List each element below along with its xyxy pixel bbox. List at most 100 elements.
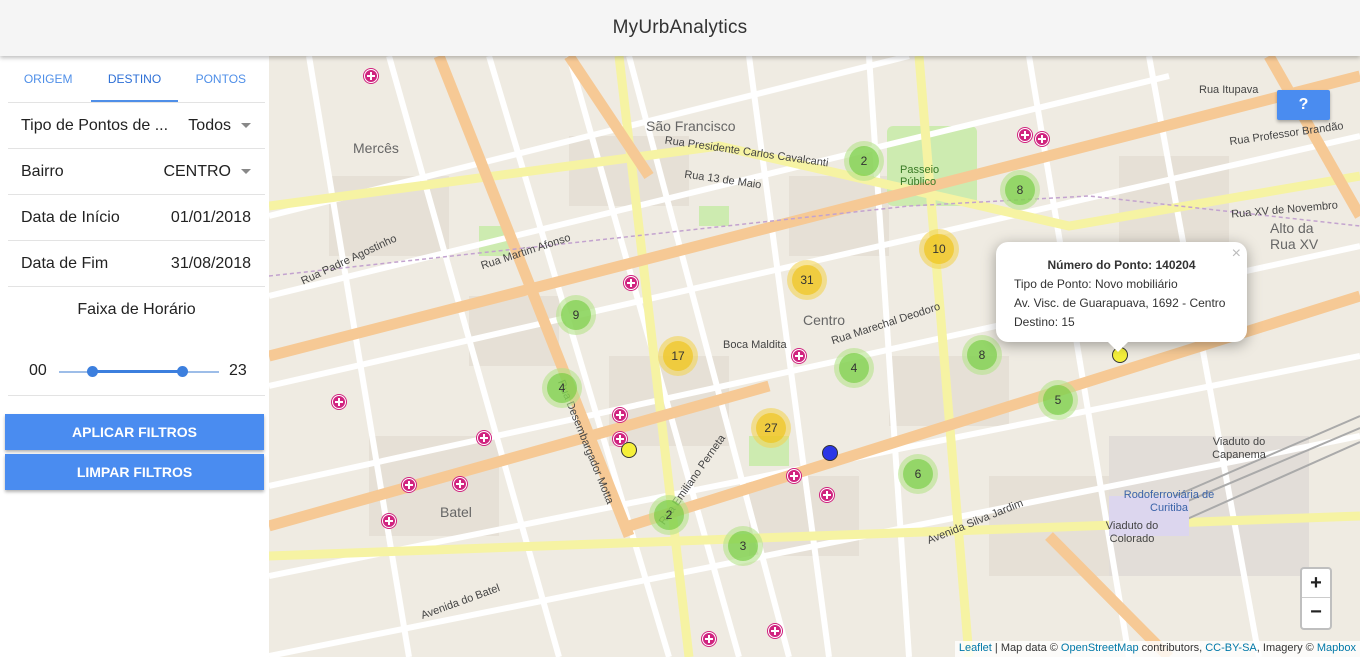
zoom-in-button[interactable]: + <box>1302 569 1330 598</box>
filter-bairro-label: Bairro <box>21 162 64 180</box>
cluster-count: 27 <box>756 413 786 443</box>
pharmacy-marker-icon[interactable] <box>820 488 834 502</box>
pharmacy-marker-icon[interactable] <box>477 431 491 445</box>
slider-min-label: 00 <box>29 362 47 379</box>
slider-thumb-high[interactable] <box>177 366 188 377</box>
popup-tipo: Tipo de Ponto: Novo mobiliário <box>1014 277 1178 291</box>
pharmacy-marker-icon[interactable] <box>613 408 627 422</box>
cluster-marker[interactable]: 27 <box>751 408 791 448</box>
cluster-marker[interactable]: 2 <box>844 141 884 181</box>
point-marker-yellow[interactable] <box>621 442 637 458</box>
filter-tipo-pontos[interactable]: Tipo de Pontos de ... Todos <box>8 102 265 148</box>
pharmacy-marker-icon[interactable] <box>382 514 396 528</box>
cluster-count: 10 <box>924 234 954 264</box>
cc-link[interactable]: CC-BY-SA <box>1205 642 1257 654</box>
apply-filters-button[interactable]: APLICAR FILTROS <box>5 414 264 450</box>
zoom-out-button[interactable]: − <box>1302 598 1330 627</box>
pharmacy-marker-icon[interactable] <box>624 276 638 290</box>
filter-tipo-label: Tipo de Pontos de ... <box>21 116 169 134</box>
pharmacy-marker-icon[interactable] <box>364 69 378 83</box>
caret-down-icon <box>241 123 251 128</box>
app-title: MyUrbAnalytics <box>612 17 748 38</box>
filter-bairro-value: CENTRO <box>163 162 231 180</box>
osm-link[interactable]: OpenStreetMap <box>1061 642 1139 654</box>
cluster-marker[interactable]: 3 <box>723 526 763 566</box>
popup-endereco: Av. Visc. de Guarapuava, 1692 - Centro <box>1014 296 1226 310</box>
point-marker-blue[interactable] <box>822 445 838 461</box>
app-header: MyUrbAnalytics <box>0 0 1360 56</box>
place-rodoferroviaria: Rodoferroviária de Curitiba <box>1123 489 1215 514</box>
mapbox-link[interactable]: Mapbox <box>1317 642 1356 654</box>
place-passeio-publico: Passeio Público <box>900 164 940 188</box>
slider-thumb-low[interactable] <box>87 366 98 377</box>
cluster-count: 8 <box>1005 175 1035 205</box>
district-alto-rua-xv: Alto da Rua XV <box>1270 220 1319 252</box>
cluster-marker[interactable]: 31 <box>787 260 827 300</box>
cluster-marker[interactable]: 8 <box>962 335 1002 375</box>
district-merces: Mercês <box>353 140 399 156</box>
cluster-marker[interactable]: 4 <box>834 348 874 388</box>
cluster-marker[interactable]: 5 <box>1038 380 1078 420</box>
point-popup: × Número do Ponto: 140204 Tipo de Ponto:… <box>996 242 1247 352</box>
map-tiles <box>269 56 1360 657</box>
map-attribution: Leaflet | Map data © OpenStreetMap contr… <box>954 641 1360 657</box>
zoom-control: + − <box>1300 567 1332 630</box>
tab-pontos[interactable]: PONTOS <box>178 56 264 102</box>
cluster-count: 8 <box>967 340 997 370</box>
filter-data-fim[interactable]: Data de Fim 31/08/2018 <box>8 240 265 286</box>
cluster-count: 4 <box>839 353 869 383</box>
pharmacy-marker-icon[interactable] <box>1035 132 1049 146</box>
caret-down-icon <box>241 169 251 174</box>
pharmacy-marker-icon[interactable] <box>792 349 806 363</box>
cluster-marker[interactable]: 17 <box>658 336 698 376</box>
popup-close-icon[interactable]: × <box>1232 244 1241 263</box>
pharmacy-marker-icon[interactable] <box>453 477 467 491</box>
popup-tip <box>1108 342 1128 352</box>
filter-bairro-select[interactable]: CENTRO <box>163 163 251 181</box>
cluster-marker[interactable]: 10 <box>919 229 959 269</box>
place-boca-maldita: Boca Maldita <box>723 339 787 351</box>
cluster-marker[interactable]: 8 <box>1000 170 1040 210</box>
cluster-count: 6 <box>903 459 933 489</box>
slider-max-label: 23 <box>229 362 247 379</box>
clear-filters-button[interactable]: LIMPAR FILTROS <box>5 454 264 490</box>
pharmacy-marker-icon[interactable] <box>1018 128 1032 142</box>
pharmacy-marker-icon[interactable] <box>332 395 346 409</box>
place-viaduto-capanema: Viaduto do Capanema <box>1212 436 1266 461</box>
cluster-marker[interactable]: 4 <box>542 368 582 408</box>
slider-track-fill <box>92 370 182 373</box>
cluster-count: 2 <box>849 146 879 176</box>
tab-origem[interactable]: ORIGEM <box>5 56 91 102</box>
cluster-count: 3 <box>728 531 758 561</box>
attribution-text-2: contributors, <box>1138 642 1206 654</box>
pharmacy-marker-icon[interactable] <box>787 469 801 483</box>
district-centro: Centro <box>803 312 846 328</box>
data-fim-value[interactable]: 31/08/2018 <box>171 255 251 273</box>
help-button[interactable]: ? <box>1277 90 1330 120</box>
pharmacy-marker-icon[interactable] <box>768 624 782 638</box>
tab-destino[interactable]: DESTINO <box>91 56 178 102</box>
attribution-text-1: | Map data © <box>991 642 1061 654</box>
cluster-count: 5 <box>1043 385 1073 415</box>
district-sao-francisco: São Francisco <box>646 118 736 134</box>
data-fim-label: Data de Fim <box>21 254 109 272</box>
leaflet-link[interactable]: Leaflet <box>959 642 992 654</box>
cluster-marker[interactable]: 6 <box>898 454 938 494</box>
cluster-count: 9 <box>561 300 591 330</box>
filter-bairro[interactable]: Bairro CENTRO <box>8 148 265 194</box>
data-inicio-value[interactable]: 01/01/2018 <box>171 209 251 227</box>
filter-data-inicio[interactable]: Data de Início 01/01/2018 <box>8 194 265 240</box>
cluster-marker[interactable]: 9 <box>556 295 596 335</box>
map-view[interactable]: São Francisco Mercês Centro Batel Alto d… <box>269 56 1360 657</box>
filter-sidebar: ORIGEM DESTINO PONTOS Tipo de Pontos de … <box>0 56 269 657</box>
pharmacy-marker-icon[interactable] <box>402 478 416 492</box>
cluster-count: 2 <box>654 500 684 530</box>
cluster-marker[interactable]: 2 <box>649 495 689 535</box>
cluster-count: 17 <box>663 341 693 371</box>
filter-tipo-value: Todos <box>188 116 231 134</box>
faixa-horario-title: Faixa de Horário <box>8 286 265 332</box>
pharmacy-marker-icon[interactable] <box>702 632 716 646</box>
tab-bar: ORIGEM DESTINO PONTOS <box>5 56 264 102</box>
filter-tipo-select[interactable]: Todos <box>188 117 251 135</box>
district-batel: Batel <box>440 504 472 520</box>
